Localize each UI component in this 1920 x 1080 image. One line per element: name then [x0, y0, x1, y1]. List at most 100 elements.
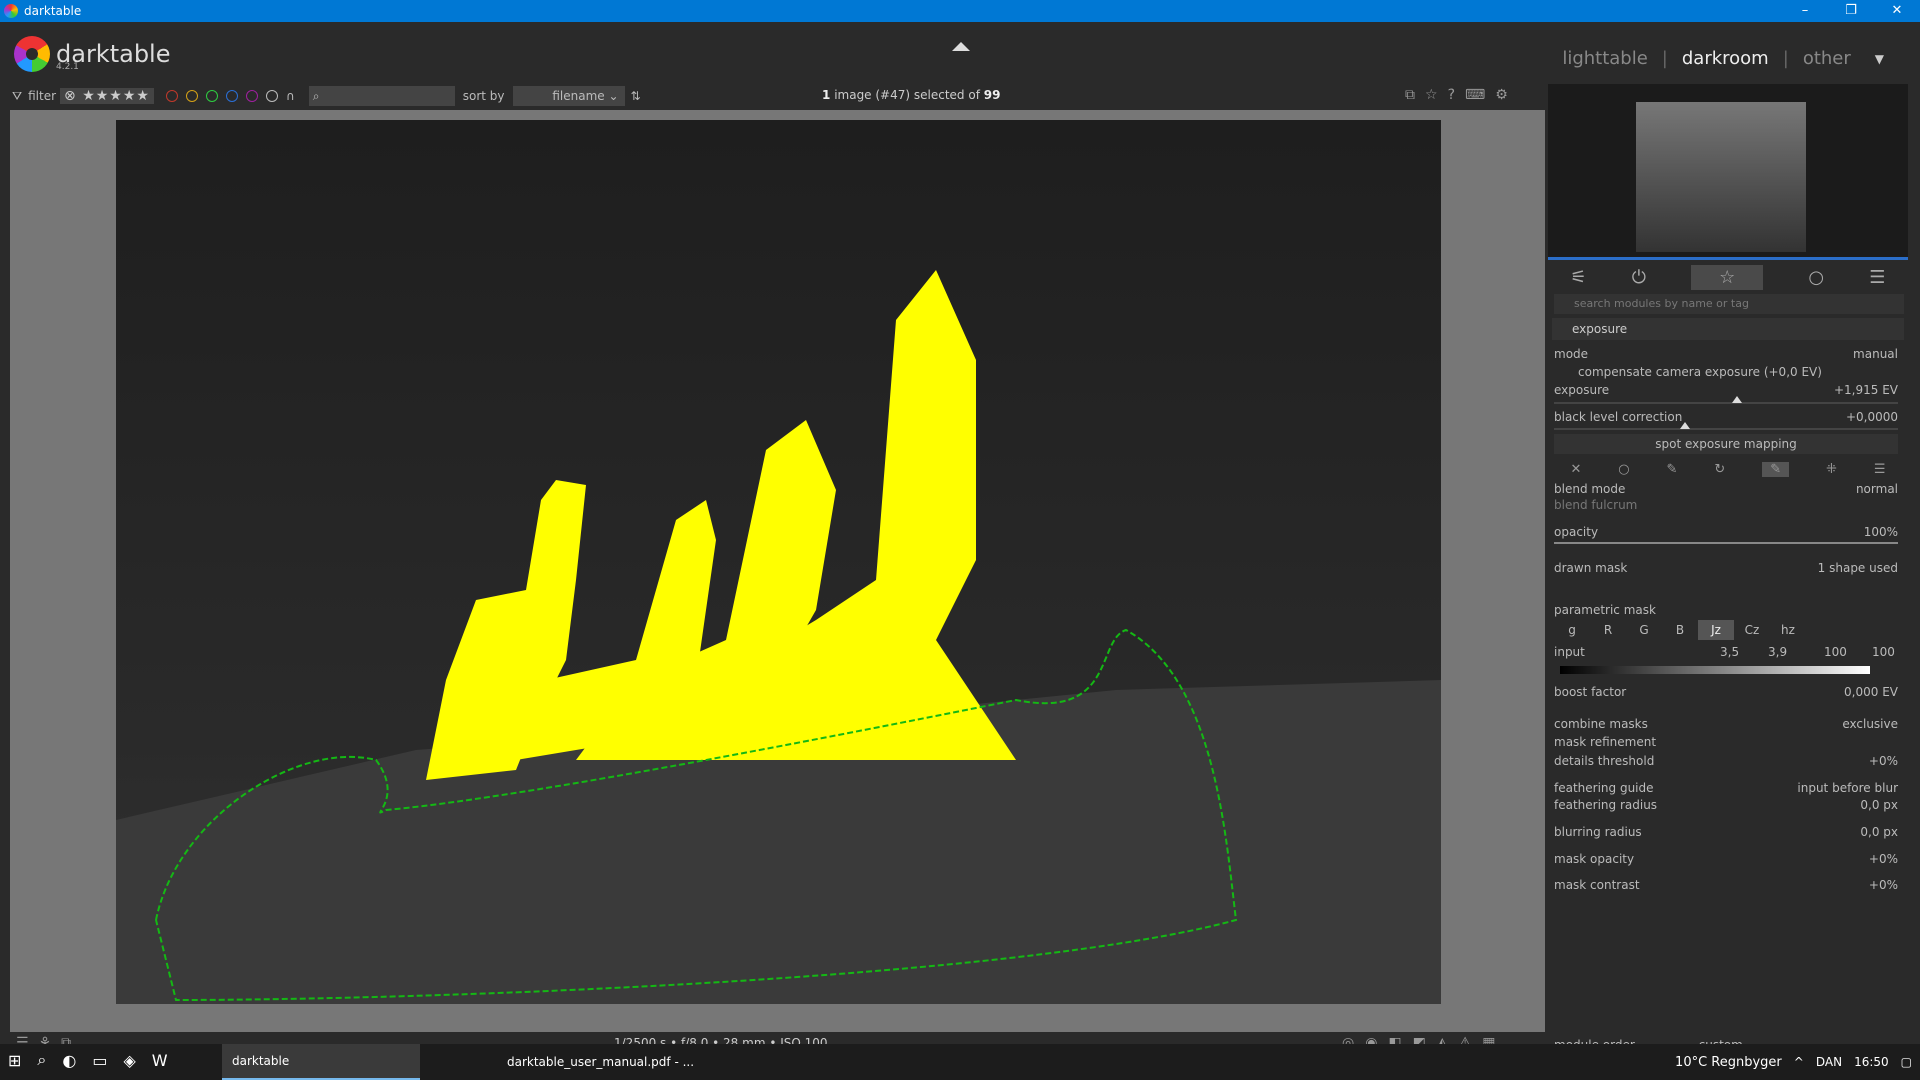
- channel-hz[interactable]: hz: [1770, 620, 1806, 640]
- photo[interactable]: [116, 120, 1441, 1004]
- opacity-row[interactable]: opacity 100%: [1554, 524, 1898, 540]
- sort-select[interactable]: filename ⌄: [512, 86, 625, 106]
- channel-jz[interactable]: Jz: [1698, 620, 1734, 640]
- close-button[interactable]: ✕: [1874, 0, 1920, 22]
- blend-drawn-parametric-icon[interactable]: ✎: [1762, 461, 1790, 477]
- search-icon[interactable]: ⌕: [37, 1050, 46, 1070]
- sort-value: filename: [552, 89, 605, 103]
- input-row: input 3,5 3,9 100 100: [1554, 644, 1898, 660]
- spot-exposure-button[interactable]: spot exposure mapping: [1554, 434, 1898, 454]
- guide-value: input before blur: [1797, 781, 1898, 795]
- restore-button[interactable]: ❐: [1828, 0, 1874, 22]
- color-label-blue-icon[interactable]: [225, 90, 238, 102]
- black-level-knob[interactable]: [1680, 422, 1690, 429]
- exposure-row[interactable]: exposure +1,915 EV: [1554, 382, 1898, 398]
- color-label-yellow-icon[interactable]: [185, 90, 198, 102]
- filter-icon[interactable]: ⛛: [12, 89, 22, 104]
- windows-start-icon[interactable]: ⊞: [8, 1051, 21, 1070]
- windows-taskbar: ⊞ ⌕ ◐ ▭ ◈ W darktable darktable_user_man…: [0, 1044, 1920, 1080]
- input-gradient-slider[interactable]: [1560, 666, 1870, 674]
- exposure-slider[interactable]: [1554, 396, 1898, 404]
- blend-raster-icon[interactable]: ⁜: [1826, 462, 1837, 477]
- refinement-label: mask refinement: [1554, 735, 1657, 749]
- histogram[interactable]: [1548, 84, 1908, 260]
- view-separator: |: [1661, 48, 1668, 69]
- mask-opacity-row[interactable]: mask opacity +0%: [1554, 851, 1898, 867]
- view-other[interactable]: other: [1803, 48, 1851, 69]
- search-input[interactable]: ⌕: [308, 86, 455, 106]
- opacity-slider[interactable]: [1554, 542, 1898, 544]
- tab-base-icon[interactable]: ⚟: [1571, 267, 1587, 288]
- blur-row[interactable]: blurring radius 0,0 px: [1554, 824, 1898, 840]
- exposure-knob[interactable]: [1732, 396, 1742, 403]
- parametric-mask-label: parametric mask: [1554, 603, 1656, 617]
- black-level-slider[interactable]: [1554, 422, 1898, 430]
- channel-g2[interactable]: G: [1626, 620, 1662, 640]
- mask-contrast-row[interactable]: mask contrast +0%: [1554, 877, 1898, 893]
- blend-fulcrum-label: blend fulcrum: [1554, 498, 1638, 512]
- blend-drawn-icon[interactable]: ✎: [1667, 462, 1678, 477]
- views-dropdown-icon[interactable]: ▼: [1875, 52, 1884, 66]
- blend-off-icon[interactable]: ✕: [1570, 462, 1581, 477]
- color-label-red-icon[interactable]: [165, 90, 178, 102]
- filter-bar: ⛛ filter ⊗ ★★★★★ ∩ ⌕ sort by filename ⌄ …: [0, 84, 1545, 108]
- darktable-logo-icon: [4, 4, 18, 18]
- feather-radius-row[interactable]: feathering radius 0,0 px: [1554, 797, 1898, 813]
- drawn-mask-row[interactable]: drawn mask 1 shape used: [1554, 560, 1898, 576]
- black-level-value: +0,0000: [1845, 410, 1898, 424]
- histogram-graph: [1636, 102, 1806, 252]
- settings-icon[interactable]: ⚙: [1495, 87, 1508, 103]
- keyboard-icon[interactable]: ⌨: [1465, 87, 1485, 103]
- edge-icon[interactable]: ◐: [62, 1051, 76, 1070]
- black-level-row[interactable]: black level correction +0,0000: [1554, 409, 1898, 425]
- taskbar-app-manual[interactable]: darktable_user_manual.pdf - ...: [497, 1044, 704, 1080]
- tab-menu-icon[interactable]: ☰: [1869, 267, 1885, 288]
- channel-cz[interactable]: Cz: [1734, 620, 1770, 640]
- color-label-gray-icon[interactable]: [265, 90, 278, 102]
- clock[interactable]: 16:50: [1854, 1055, 1889, 1069]
- channel-r[interactable]: R: [1590, 620, 1626, 640]
- help-icon[interactable]: ?: [1448, 87, 1455, 103]
- selection-text: image (#47) selected of: [834, 88, 980, 102]
- overlays-icon[interactable]: ⧉: [1405, 87, 1415, 103]
- blend-menu-icon[interactable]: ☰: [1874, 462, 1886, 477]
- opacity-value: 100%: [1863, 525, 1898, 539]
- color-label-purple-icon[interactable]: [245, 90, 258, 102]
- minimize-button[interactable]: –: [1782, 0, 1828, 22]
- channel-g[interactable]: g: [1554, 620, 1590, 640]
- tab-active-icon[interactable]: ⏻: [1632, 267, 1646, 288]
- module-search-input[interactable]: search modules by name or tag: [1554, 294, 1904, 314]
- color-operator-icon[interactable]: ∩: [286, 89, 295, 103]
- boost-row[interactable]: boost factor 0,000 EV: [1554, 684, 1898, 700]
- sort-order-icon[interactable]: ⇅: [631, 89, 641, 103]
- tab-favorites-icon[interactable]: ☆: [1691, 264, 1764, 290]
- exposure-label: exposure: [1554, 383, 1610, 397]
- module-header-exposure[interactable]: exposure: [1552, 318, 1904, 340]
- blend-uniform-icon[interactable]: ○: [1618, 462, 1629, 477]
- tray-chevron-icon[interactable]: ^: [1794, 1055, 1804, 1069]
- top-panel-toggle-icon[interactable]: [952, 42, 970, 51]
- channel-b[interactable]: B: [1662, 620, 1698, 640]
- compensate-row[interactable]: compensate camera exposure (+0,0 EV): [1554, 364, 1898, 380]
- view-darkroom[interactable]: darkroom: [1682, 48, 1769, 69]
- language-indicator[interactable]: DAN: [1816, 1055, 1842, 1069]
- star-icon[interactable]: ☆: [1425, 87, 1438, 103]
- taskbar-app-label: darktable: [232, 1054, 290, 1068]
- taskbar-app-darktable[interactable]: darktable: [222, 1044, 420, 1080]
- rating-filter[interactable]: ⊗ ★★★★★: [60, 88, 154, 104]
- mode-row[interactable]: mode manual: [1554, 346, 1898, 362]
- view-lighttable[interactable]: lighttable: [1562, 48, 1647, 69]
- tab-all-icon[interactable]: ○: [1808, 267, 1824, 288]
- notifications-icon[interactable]: ▢: [1901, 1055, 1912, 1069]
- app-icon[interactable]: ◈: [123, 1051, 135, 1070]
- darktable-app: darktable 4.2.1 lighttable | darkroom | …: [0, 22, 1920, 1056]
- explorer-icon[interactable]: ▭: [92, 1051, 107, 1070]
- word-icon[interactable]: W: [152, 1051, 168, 1070]
- color-label-green-icon[interactable]: [205, 90, 218, 102]
- blend-parametric-icon[interactable]: ↻: [1714, 462, 1725, 477]
- guide-row[interactable]: feathering guide input before blur: [1554, 780, 1898, 796]
- blend-mode-row[interactable]: blend mode normal: [1554, 481, 1898, 497]
- combine-row[interactable]: combine masks exclusive: [1554, 716, 1898, 732]
- details-row[interactable]: details threshold +0%: [1554, 753, 1898, 769]
- weather-widget[interactable]: 10°C Regnbyger: [1675, 1055, 1782, 1070]
